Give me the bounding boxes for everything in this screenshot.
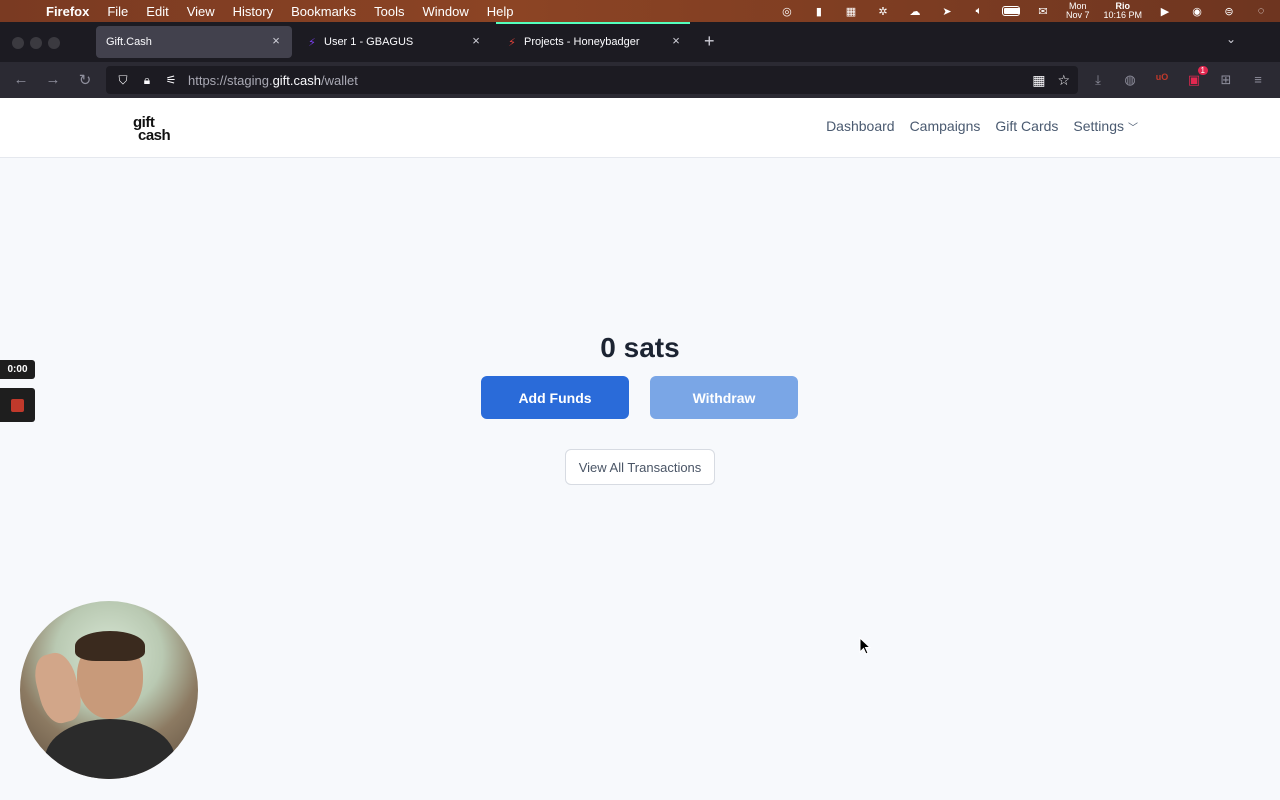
- extension-icon[interactable]: ▣ 1: [1186, 66, 1208, 88]
- battery-icon[interactable]: [1001, 4, 1020, 18]
- stop-recording-button[interactable]: [0, 388, 35, 422]
- nav-campaigns[interactable]: Campaigns: [910, 118, 981, 134]
- hamburger-menu-icon[interactable]: ≡: [1250, 72, 1266, 87]
- tab-gift-cash[interactable]: Gift.Cash ×: [96, 26, 292, 58]
- lock-status-icon[interactable]: ▮: [810, 4, 828, 18]
- menu-bookmarks[interactable]: Bookmarks: [291, 4, 356, 19]
- webcam-person-hair: [75, 631, 145, 661]
- chevron-down-icon: ﹀: [1128, 123, 1138, 134]
- menu-view[interactable]: View: [187, 4, 215, 19]
- cloud-status-icon[interactable]: ☁: [906, 4, 924, 18]
- nav-settings-label: Settings: [1073, 118, 1124, 134]
- nav-settings[interactable]: Settings ﹀: [1073, 118, 1138, 134]
- tab-title: Gift.Cash: [106, 36, 152, 48]
- menu-help[interactable]: Help: [487, 4, 514, 19]
- honeybadger-icon: ⚡︎: [508, 36, 516, 49]
- menu-edit[interactable]: Edit: [146, 4, 168, 19]
- close-icon[interactable]: ×: [468, 33, 484, 48]
- close-icon[interactable]: ×: [268, 33, 284, 48]
- clock-time: 10:16 PM: [1103, 10, 1142, 20]
- nav-gift-cards[interactable]: Gift Cards: [995, 118, 1058, 134]
- calendar-status-icon[interactable]: ▦: [842, 4, 860, 18]
- tab-list-chevron-icon[interactable]: ⌄: [1226, 32, 1236, 46]
- browser-navbar: ← → ↻ ⛉ 🔒︎ ⚟ https://staging.gift.cash/w…: [0, 62, 1280, 98]
- reload-icon[interactable]: ↻: [76, 71, 94, 89]
- mail-status-icon[interactable]: ✉: [1034, 4, 1052, 18]
- menu-file[interactable]: File: [107, 4, 128, 19]
- wallet-balance: 0 sats: [600, 332, 680, 363]
- tab-title: Projects - Honeybadger: [524, 36, 640, 48]
- downloads-icon[interactable]: ⤓: [1090, 72, 1106, 88]
- mouse-cursor-icon: [859, 637, 872, 655]
- status-icon[interactable]: ◎: [778, 4, 796, 18]
- tab-user-1[interactable]: ⚡︎ User 1 - GBAGUS ×: [296, 26, 492, 58]
- siri-icon[interactable]: ◌: [1252, 4, 1270, 18]
- browser-tabbar: Gift.Cash × ⚡︎ User 1 - GBAGUS × ⚡︎ Proj…: [0, 22, 1280, 62]
- url-path: /wallet: [320, 72, 358, 88]
- shield-icon[interactable]: ⛉: [116, 73, 130, 88]
- qr-code-icon[interactable]: ▦: [1032, 72, 1045, 89]
- new-tab-button[interactable]: +: [704, 31, 715, 52]
- gift-cash-logo[interactable]: gift cash: [133, 115, 171, 144]
- site-header: gift cash Dashboard Campaigns Gift Cards…: [0, 98, 1280, 158]
- webcam-person-body: [45, 719, 175, 779]
- tab-honeybadger[interactable]: ⚡︎ Projects - Honeybadger ×: [496, 22, 692, 58]
- menu-app-firefox[interactable]: Firefox: [46, 4, 89, 19]
- volume-icon[interactable]: 🔈︎: [970, 4, 988, 18]
- window-minimize-button[interactable]: [30, 37, 42, 49]
- macos-menubar: Firefox File Edit View History Bookmarks…: [0, 0, 1280, 22]
- date-display[interactable]: Mon Nov 7: [1066, 2, 1090, 20]
- close-icon[interactable]: ×: [668, 33, 684, 48]
- nav-dashboard[interactable]: Dashboard: [826, 118, 895, 134]
- menu-window[interactable]: Window: [423, 4, 469, 19]
- telegram-icon[interactable]: ➤: [938, 4, 956, 18]
- tab-title: User 1 - GBAGUS: [324, 36, 414, 48]
- user-status-icon[interactable]: ◉: [1188, 4, 1206, 18]
- url-prefix: https://staging.: [188, 72, 273, 88]
- extension-badge: 1: [1197, 66, 1208, 75]
- stop-icon: [11, 398, 24, 412]
- menu-tools[interactable]: Tools: [374, 4, 404, 19]
- date-date: Nov 7: [1065, 10, 1090, 20]
- url-bar[interactable]: ⛉ 🔒︎ ⚟ https://staging.gift.cash/wallet …: [106, 66, 1078, 94]
- window-close-button[interactable]: [12, 37, 24, 49]
- gear-status-icon[interactable]: ✲: [874, 4, 892, 18]
- main-nav: Dashboard Campaigns Gift Cards Settings ﹀: [811, 118, 1138, 134]
- ublock-icon[interactable]: uO: [1154, 72, 1170, 82]
- recording-timer: 0:00: [0, 360, 35, 379]
- bookmark-star-icon[interactable]: ☆: [1057, 72, 1070, 89]
- url-text[interactable]: https://staging.gift.cash/wallet: [188, 73, 358, 88]
- url-host: gift.cash: [272, 72, 321, 88]
- forward-arrow-icon[interactable]: →: [44, 71, 62, 88]
- permissions-icon[interactable]: ⚟: [164, 73, 178, 87]
- view-all-transactions-button[interactable]: View All Transactions: [565, 449, 715, 485]
- lightning-icon: ⚡︎: [308, 36, 316, 49]
- menu-history[interactable]: History: [233, 4, 273, 19]
- webcam-bubble[interactable]: [20, 601, 198, 779]
- logo-line2: cash: [138, 127, 171, 144]
- withdraw-button[interactable]: Withdraw: [650, 376, 798, 419]
- add-funds-button[interactable]: Add Funds: [481, 376, 629, 419]
- back-arrow-icon[interactable]: ←: [12, 71, 30, 88]
- extensions-puzzle-icon[interactable]: ⊞: [1218, 72, 1234, 88]
- play-status-icon[interactable]: ▶: [1156, 4, 1174, 18]
- tab-loading-indicator: [496, 22, 690, 24]
- world-clock[interactable]: Rio 10:16 PM: [1103, 2, 1142, 20]
- control-center-icon[interactable]: ⊜: [1220, 4, 1238, 18]
- account-icon[interactable]: ◍: [1122, 72, 1138, 88]
- webcam-person-hand: [29, 649, 87, 727]
- window-zoom-button[interactable]: [48, 37, 60, 49]
- lock-icon[interactable]: 🔒︎: [140, 73, 154, 88]
